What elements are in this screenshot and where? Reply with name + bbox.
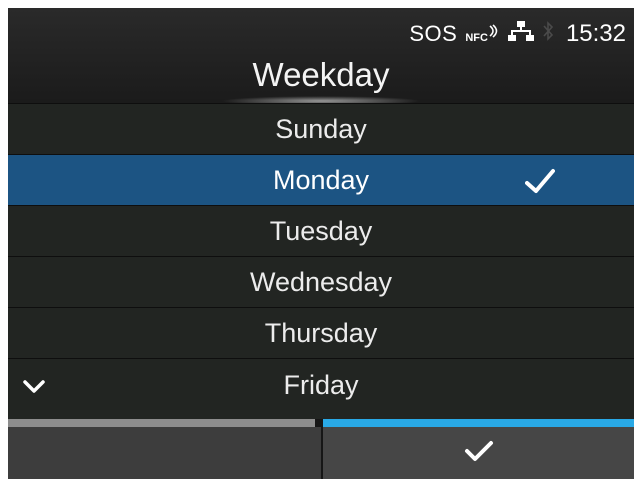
- list-item-label: Thursday: [264, 317, 378, 348]
- list-item-sunday[interactable]: Sunday: [8, 103, 634, 154]
- list-item-friday[interactable]: Friday: [8, 358, 634, 419]
- list-item-label: Friday: [283, 369, 359, 400]
- bluetooth-icon: [542, 20, 554, 48]
- list-item-tuesday[interactable]: Tuesday: [8, 205, 634, 256]
- list-item-label: Wednesday: [249, 266, 393, 297]
- list-item-thursday[interactable]: Thursday: [8, 307, 634, 358]
- page-title: Weekday: [252, 56, 390, 93]
- list-item-label: Tuesday: [269, 215, 373, 246]
- list-item-monday[interactable]: Monday: [8, 154, 634, 205]
- left-softkey-button[interactable]: [8, 427, 321, 479]
- clock: 15:32: [565, 20, 626, 47]
- chevron-down-icon[interactable]: [22, 373, 46, 393]
- nfc-label: NFC: [465, 32, 488, 44]
- left-softkey-indicator: [8, 419, 315, 427]
- sos-label: SOS: [409, 21, 458, 46]
- checkmark-icon: [464, 439, 494, 468]
- printer-screen: SOS NFC 15:32 Weekday Sunday Monday Tues…: [8, 8, 634, 479]
- status-bar: SOS NFC 15:32: [409, 18, 626, 50]
- list-item-label: Sunday: [275, 113, 367, 144]
- network-icon: [507, 20, 534, 48]
- list-item-label: Monday: [272, 164, 370, 195]
- nfc-icon: NFC: [465, 24, 500, 44]
- header: SOS NFC 15:32 Weekday: [8, 8, 634, 108]
- right-softkey-indicator: [323, 419, 634, 427]
- selected-checkmark-icon: [525, 167, 555, 195]
- confirm-softkey-button[interactable]: [323, 427, 634, 479]
- list-item-wednesday[interactable]: Wednesday: [8, 256, 634, 307]
